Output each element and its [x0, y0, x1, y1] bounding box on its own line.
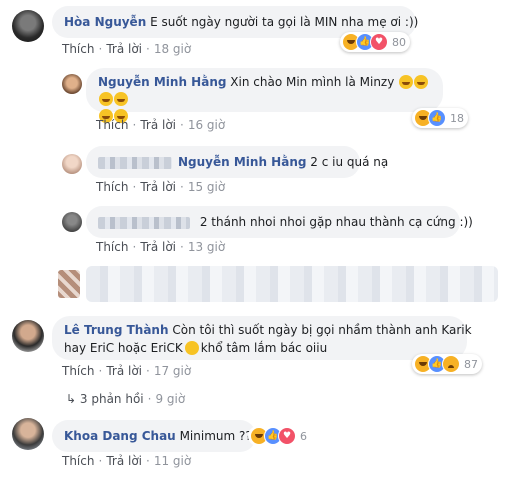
timestamp[interactable]: 13 giờ: [188, 240, 225, 254]
author-name[interactable]: Nguyễn Minh Hằng: [98, 75, 226, 89]
comment-actions: Thích · Trả lời · 18 giờ: [62, 42, 192, 56]
comment-text: 2 c iu quá nạ: [310, 155, 389, 169]
comment-bubble: Nguyễn Minh Hằng 2 c iu quá nạ: [86, 146, 388, 178]
reply-link[interactable]: Trả lời: [106, 454, 142, 468]
like-link[interactable]: Thích: [62, 364, 94, 378]
reaction-count: 87: [464, 357, 478, 371]
reaction-count: 18: [450, 111, 464, 125]
avatar[interactable]: [62, 74, 82, 94]
reply-link[interactable]: Trả lời: [106, 42, 142, 56]
comment-bubble: Nguyễn Minh Hằng Xin chào Min mình là Mi…: [86, 68, 443, 123]
author-name[interactable]: Hòa Nguyễn: [64, 15, 146, 29]
avatar[interactable]: [12, 10, 44, 42]
comment-actions: Thích · Trả lời · 16 giờ: [96, 118, 226, 132]
reaction-count: 6: [300, 429, 307, 443]
avatar[interactable]: [12, 418, 44, 450]
blurred-avatar: [58, 270, 80, 298]
comment-text-continued: hay EriC hoặc EriCK: [64, 341, 183, 355]
comment-actions: Thích · Trả lời · 17 giờ: [62, 364, 192, 378]
comment-text: 2 thánh nhoi nhoi gặp nhau thành cạ cứng…: [199, 215, 473, 229]
reply-link[interactable]: Trả lời: [140, 180, 176, 194]
reply-arrow-icon: ↳: [66, 392, 77, 406]
like-link[interactable]: Thích: [62, 42, 94, 56]
avatar[interactable]: [12, 320, 44, 352]
like-link[interactable]: Thích: [96, 240, 128, 254]
comment-text: Xin chào Min mình là Minzy: [230, 75, 395, 89]
reactions-summary[interactable]: 👍 18: [412, 108, 468, 128]
comment-text: Minimum ???: [179, 429, 259, 443]
reactions-summary[interactable]: 👍 87: [412, 354, 482, 374]
reply-link[interactable]: Trả lời: [140, 118, 176, 132]
comment-text: Còn tôi thì suốt ngày bị gọi nhầm thành …: [172, 323, 472, 337]
like-icon: 👍: [428, 109, 446, 127]
blurred-comment: [86, 266, 498, 302]
blurred-author-name: [98, 156, 172, 169]
smile-emoji: [184, 341, 199, 355]
comment-actions: Thích · Trả lời · 11 giờ: [62, 454, 192, 468]
love-icon: ♥: [278, 427, 296, 445]
like-link[interactable]: Thích: [96, 180, 128, 194]
avatar[interactable]: [62, 154, 82, 174]
author-name[interactable]: Lê Trung Thành: [64, 323, 169, 337]
replies-link[interactable]: 3 phản hồi: [80, 392, 144, 406]
comment-bubble: Lê Trung Thành Còn tôi thì suốt ngày bị …: [52, 316, 472, 360]
reactions-summary[interactable]: 👍 ♥ 80: [340, 32, 410, 52]
comment-actions: Thích · Trả lời · 13 giờ: [96, 240, 226, 254]
comment-bubble: Khoa Dang Chau Minimum ???: [52, 420, 259, 452]
avatar[interactable]: [62, 212, 82, 232]
like-link[interactable]: Thích: [96, 118, 128, 132]
timestamp[interactable]: 11 giờ: [154, 454, 191, 468]
timestamp[interactable]: 17 giờ: [154, 364, 191, 378]
comment-bubble: 2 thánh nhoi nhoi gặp nhau thành cạ cứng…: [86, 206, 473, 238]
reactions-summary[interactable]: 👍 ♥ 6: [248, 426, 311, 446]
reaction-count: 80: [392, 35, 406, 49]
comment-text-end: khổ tâm lắm bác oiiu: [200, 341, 328, 355]
reply-link[interactable]: Trả lời: [140, 240, 176, 254]
timestamp[interactable]: 18 giờ: [154, 42, 191, 56]
replies-time: 9 giờ: [155, 392, 186, 406]
timestamp[interactable]: 15 giờ: [188, 180, 225, 194]
tagged-name[interactable]: Nguyễn Minh Hằng: [178, 155, 306, 169]
comment-text: E suốt ngày người ta gọi là MIN nha mẹ ơ…: [150, 15, 419, 29]
sad-icon: [442, 355, 460, 373]
view-replies[interactable]: ↳ 3 phản hồi · 9 giờ: [66, 392, 185, 406]
reply-link[interactable]: Trả lời: [106, 364, 142, 378]
comment-actions: Thích · Trả lời · 15 giờ: [96, 180, 226, 194]
love-icon: ♥: [370, 33, 388, 51]
blurred-author-name: [98, 216, 190, 229]
like-link[interactable]: Thích: [62, 454, 94, 468]
author-name[interactable]: Khoa Dang Chau: [64, 429, 176, 443]
timestamp[interactable]: 16 giờ: [188, 118, 225, 132]
